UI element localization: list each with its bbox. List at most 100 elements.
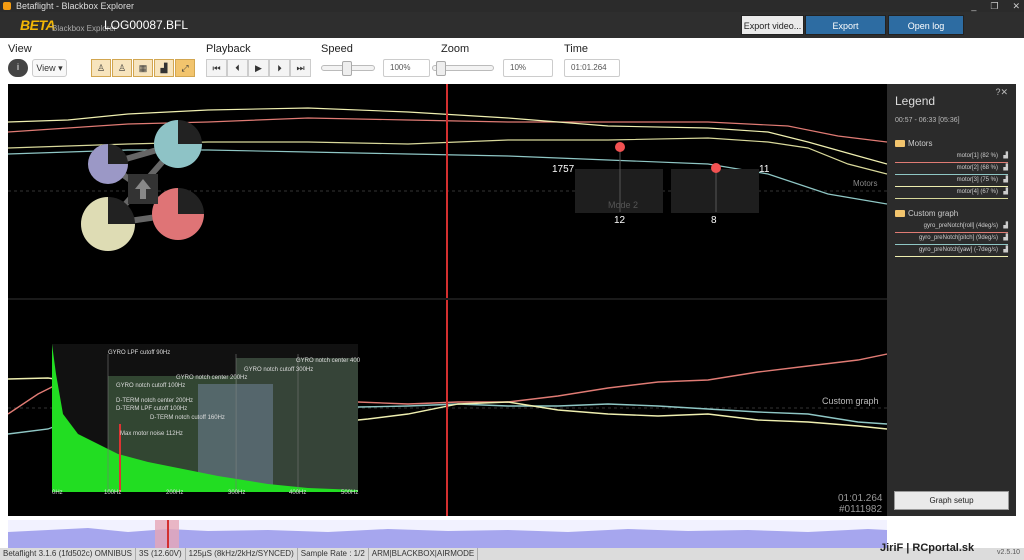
zoom-slider[interactable]	[432, 61, 494, 76]
left-stick-position	[615, 142, 625, 152]
maximize-button[interactable]: ❐	[990, 0, 998, 12]
spectrum-tick: 500Hz	[341, 490, 359, 496]
toggle-table[interactable]: ▦	[133, 59, 153, 77]
info-button[interactable]: i	[8, 59, 28, 77]
close-button[interactable]: ✕	[1012, 0, 1020, 12]
app-header: BETA Blackbox Explorer LOG00087.BFL Expo…	[0, 12, 1024, 51]
step-forward-button[interactable]: ⏵	[269, 59, 290, 77]
credit-watermark: JiriF | RCportal.sk	[880, 542, 975, 554]
time-stamp: 01:01.264	[838, 493, 883, 504]
info-icon: i	[17, 62, 19, 72]
time-input[interactable]: 01:01.264	[564, 59, 620, 77]
chart-icon[interactable]: ▟	[1003, 233, 1008, 243]
chart-icon[interactable]: ▟	[1003, 163, 1008, 173]
legend-item[interactable]: motor[4] (67 %) ▟	[895, 187, 1008, 199]
right-stick-box	[671, 169, 759, 213]
play-button[interactable]: ▶	[248, 59, 269, 77]
spectrum-annotation: GYRO notch center 400	[296, 358, 361, 364]
seek-timeline[interactable]	[8, 520, 887, 548]
chart-icon[interactable]: ▟	[1003, 221, 1008, 231]
playback-cursor[interactable]	[446, 84, 448, 516]
timeline-svg	[8, 520, 887, 548]
window-title-bar: Betaflight - Blackbox Explorer _ ❐ ✕	[0, 0, 1024, 12]
toggle-analyser[interactable]: ▟	[154, 59, 174, 77]
spectrum-tick: 400Hz	[289, 490, 307, 496]
graph-canvas[interactable]: Mode 2 1757 12 11 8 Motors Custom graph …	[8, 84, 887, 516]
spectrum-annotation: GYRO LPF cutoff 90Hz	[108, 350, 171, 356]
jump-start-button[interactable]: ⏮	[206, 59, 227, 77]
legend-item[interactable]: motor[2] (68 %) ▟	[895, 163, 1008, 175]
status-flags: ARM|BLACKBOX|AIRMODE	[369, 548, 479, 560]
status-sample-rate: Sample Rate : 1/2	[298, 548, 369, 560]
chart-icon[interactable]: ▟	[1003, 245, 1008, 255]
folder-icon	[895, 140, 905, 148]
legend-group-custom[interactable]: Custom graph	[895, 209, 958, 218]
legend-item[interactable]: motor[1] (82 %) ▟	[895, 151, 1008, 163]
playback-label: Playback	[206, 43, 251, 55]
legend-group-motors[interactable]: Motors	[895, 139, 932, 148]
graph-setup-button[interactable]: Graph setup	[894, 491, 1009, 510]
open-log-button[interactable]: Open log file/video	[888, 15, 964, 51]
spectrum-annotation: GYRO notch cutoff 100Hz	[116, 383, 186, 389]
craft-model	[81, 120, 204, 251]
zoom-input[interactable]: 10%	[503, 59, 553, 77]
legend-item[interactable]: gyro_preNotch[roll] (4deg/s) ▟	[895, 221, 1008, 233]
left-stick-value: 1757	[552, 164, 575, 175]
view-dropdown[interactable]: View ▾	[32, 59, 67, 77]
spectrum-tick: 100Hz	[104, 490, 122, 496]
panel-divider	[8, 298, 887, 300]
spectrum-annotation: D-TERM notch center 200Hz	[116, 398, 194, 404]
chart-icon[interactable]: ▟	[1003, 175, 1008, 185]
status-battery: 3S (12.60V)	[136, 548, 186, 560]
spectrum-annotation: Max motor noise 112Hz	[120, 431, 183, 437]
step-back-button[interactable]: ⏴	[227, 59, 248, 77]
chart-icon[interactable]: ▟	[1003, 151, 1008, 161]
legend-close-icon[interactable]: ?✕	[995, 87, 1008, 98]
jump-end-button[interactable]: ⏭	[290, 59, 311, 77]
legend-time-range: 00:57 - 06:33 [05:36]	[895, 117, 960, 124]
spectrum-annotation: D-TERM notch cutoff 160Hz	[150, 415, 225, 421]
spectrum-annotation: D-TERM LPF cutoff 100Hz	[116, 406, 188, 412]
chart-icon[interactable]: ▟	[1003, 187, 1008, 197]
spectrum-tick: 0Hz	[52, 490, 63, 496]
spectrum-tick: 200Hz	[166, 490, 184, 496]
legend-item[interactable]: gyro_preNotch[pitch] (9deg/s) ▟	[895, 233, 1008, 245]
legend-title: Legend	[895, 94, 936, 108]
speed-input[interactable]: 100%	[383, 59, 430, 77]
toolbar: View i View ▾ ♙ ♙ ▦ ▟ ⤢ Playback ⏮ ⏴ ▶ ⏵…	[0, 38, 1024, 84]
logo: BETA	[20, 17, 56, 33]
toggle-craft[interactable]: ♙	[112, 59, 132, 77]
legend-item[interactable]: motor[3] (75 %) ▟	[895, 175, 1008, 187]
app-icon	[3, 2, 11, 10]
view-label: View	[8, 43, 32, 55]
toggle-pilot-video[interactable]: ♙	[91, 59, 111, 77]
export-video-button[interactable]: Export video...	[741, 15, 804, 35]
right-stick-value: 11	[759, 164, 770, 175]
right-stick-bottom-value: 8	[711, 215, 717, 226]
mode-label: Mode 2	[608, 200, 639, 210]
status-looptime: 125µS (8kHz/2kHz/SYNCED)	[186, 548, 298, 560]
zoom-slider-handle[interactable]	[436, 61, 446, 76]
status-firmware: Betaflight 3.1.6 (1fd502c) OMNIBUS	[0, 548, 136, 560]
left-stick-bottom-value: 12	[614, 215, 626, 226]
window-title: Betaflight - Blackbox Explorer	[16, 1, 135, 11]
legend-item[interactable]: gyro_preNotch[yaw] (-7deg/s) ▟	[895, 245, 1008, 257]
time-label: Time	[564, 43, 589, 55]
legend-panel: Legend ?✕ 00:57 - 06:33 [05:36] Motors m…	[887, 84, 1016, 516]
speed-label: Speed	[321, 43, 353, 55]
custom-graph-label: Custom graph	[822, 396, 879, 406]
spectrum-tick: 300Hz	[228, 490, 246, 496]
frame-number: #0111982	[839, 504, 883, 515]
status-bar: Betaflight 3.1.6 (1fd502c) OMNIBUS 3S (1…	[0, 548, 1024, 560]
zoom-label: Zoom	[441, 43, 470, 55]
minimize-button[interactable]: _	[971, 0, 976, 12]
toggle-fullscreen[interactable]: ⤢	[175, 59, 195, 77]
log-filename: LOG00087.BFL	[104, 18, 189, 32]
export-workspaces-button[interactable]: Export Workspaces...	[805, 15, 886, 51]
speed-slider[interactable]	[321, 61, 375, 76]
motors-graph-label: Motors	[853, 179, 878, 188]
version-label: v2.5.10	[997, 549, 1020, 556]
folder-icon	[895, 210, 905, 218]
spectrum-annotation: GYRO notch cutoff 300Hz	[244, 367, 314, 373]
speed-slider-handle[interactable]	[342, 61, 352, 76]
